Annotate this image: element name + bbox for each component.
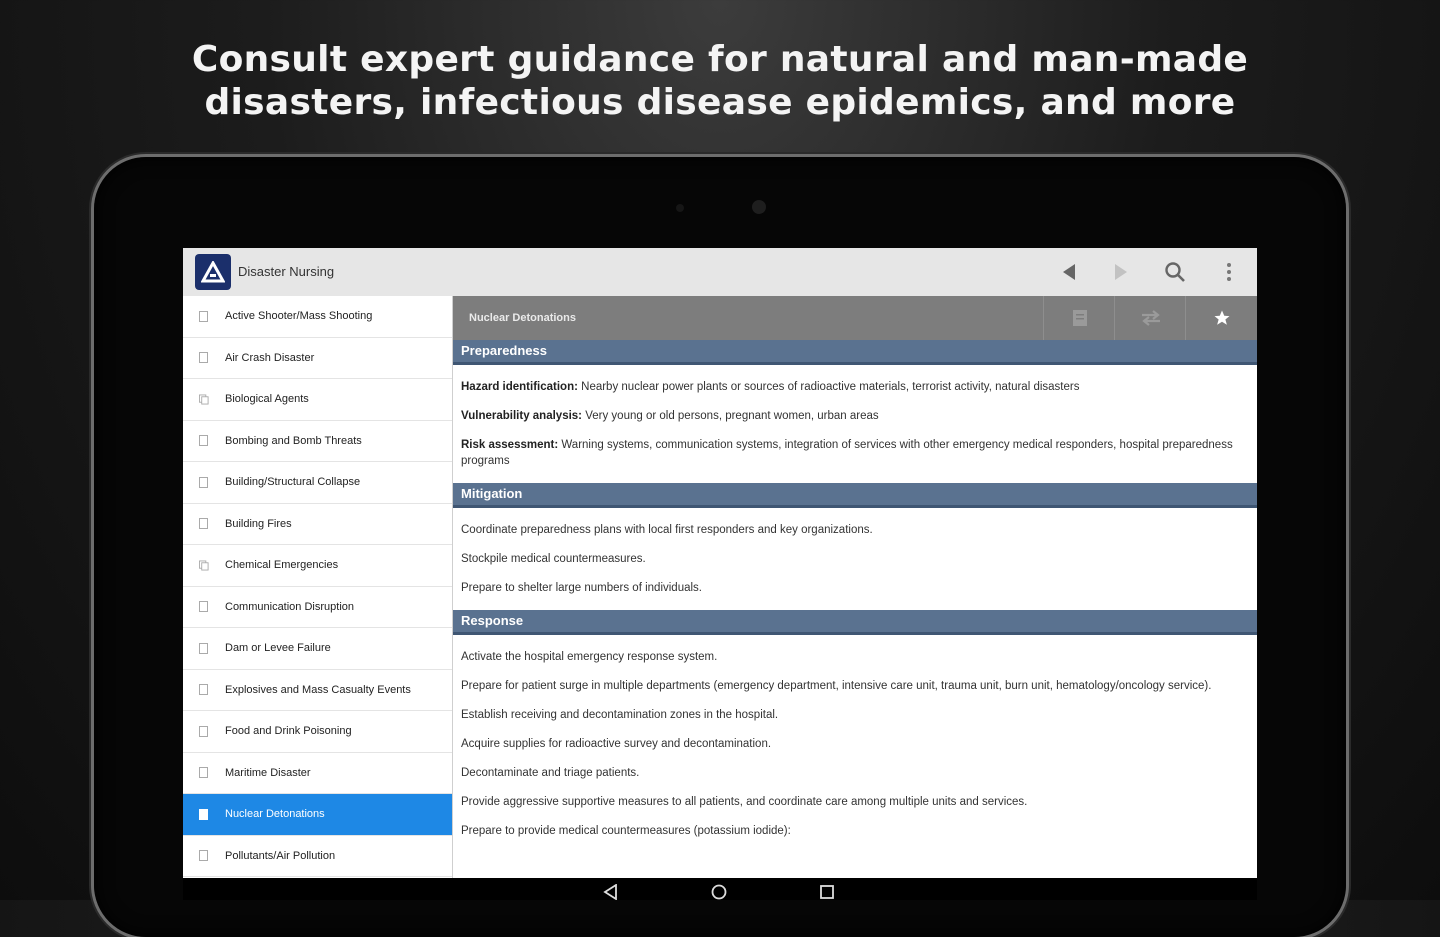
response-item: Acquire supplies for radioactive survey …: [461, 738, 772, 750]
section-heading-preparedness: Preparedness: [453, 340, 1257, 365]
response-item: Activate the hospital emergency response…: [461, 651, 718, 663]
sidebar-item-food-poisoning[interactable]: Food and Drink Poisoning: [183, 711, 452, 753]
item-text: Warning systems, communication systems, …: [461, 439, 1233, 467]
nav-back-icon[interactable]: [603, 883, 619, 905]
item-label: Vulnerability analysis:: [461, 410, 583, 422]
sidebar-item-label: Active Shooter/Mass Shooting: [225, 310, 373, 323]
sidebar-item-maritime[interactable]: Maritime Disaster: [183, 753, 452, 794]
sidebar-item-air-crash[interactable]: Air Crash Disaster: [183, 338, 452, 379]
forward-arrow-icon[interactable]: [1109, 260, 1133, 284]
sidebar-item-structural-collapse[interactable]: Building/Structural Collapse: [183, 462, 452, 504]
mitigation-item: Coordinate preparedness plans with local…: [461, 524, 873, 536]
headline-line-1: Consult expert guidance for natural and …: [191, 39, 1249, 80]
nav-recents-icon[interactable]: [819, 884, 835, 905]
sidebar-item-pollutants[interactable]: Pollutants/Air Pollution: [183, 836, 452, 877]
sidebar-item-building-fires[interactable]: Building Fires: [183, 504, 452, 545]
app-logo-icon[interactable]: [195, 254, 231, 290]
document-icon: [199, 601, 209, 613]
documents-icon: [199, 393, 209, 405]
document-icon: [199, 310, 209, 322]
item-label: Hazard identification:: [461, 381, 578, 393]
item-text: Very young or old persons, pregnant wome…: [582, 410, 879, 422]
preparedness-item: Hazard identification: Nearby nuclear po…: [453, 379, 1257, 395]
sidebar-item-biological-agents[interactable]: Biological Agents: [183, 379, 452, 421]
favorite-star-icon[interactable]: [1185, 296, 1257, 340]
sidebar-item-label: Explosives and Mass Casualty Events: [225, 683, 411, 696]
sidebar-item-label: Dam or Levee Failure: [225, 642, 331, 655]
mitigation-item: Stockpile medical countermeasures.: [461, 553, 646, 565]
sidebar-item-label: Food and Drink Poisoning: [225, 725, 352, 738]
preparedness-item: Vulnerability analysis: Very young or ol…: [453, 408, 1257, 424]
section-heading-response: Response: [453, 610, 1257, 635]
headline-line-2: disasters, infectious disease epidemics,…: [204, 82, 1236, 123]
article-title: Nuclear Detonations: [469, 312, 576, 324]
nav-home-icon[interactable]: [711, 884, 727, 905]
section-heading-mitigation: Mitigation: [453, 483, 1257, 508]
sidebar-item-label: Chemical Emergencies: [225, 559, 339, 572]
document-icon: [199, 684, 209, 696]
document-icon: [199, 435, 209, 447]
sensor-dot: [676, 204, 684, 212]
sidebar-item-communication-disruption[interactable]: Communication Disruption: [183, 587, 452, 628]
item-text: Nearby nuclear power plants or sources o…: [577, 381, 1080, 393]
response-item: Establish receiving and decontamination …: [461, 709, 779, 721]
documents-icon: [199, 559, 209, 571]
sidebar-item-label: Building Fires: [225, 517, 292, 530]
headline: Consult expert guidance for natural and …: [0, 38, 1440, 124]
response-item: Decontaminate and triage patients.: [461, 767, 640, 779]
document-icon: [199, 352, 209, 364]
sidebar-item-dam-levee[interactable]: Dam or Levee Failure: [183, 628, 452, 670]
sidebar-item-label: Nuclear Detonations: [225, 808, 325, 821]
sidebar-item-active-shooter[interactable]: Active Shooter/Mass Shooting: [183, 296, 452, 338]
sidebar-item-label: Communication Disruption: [225, 600, 354, 613]
document-icon: [199, 518, 209, 530]
document-icon: [199, 808, 209, 820]
android-nav-bar: [183, 878, 1257, 901]
document-icon: [199, 476, 209, 488]
search-icon[interactable]: [1163, 260, 1187, 284]
document-icon: [199, 642, 209, 654]
app-screen: Disaster Nursing Active Shooter/Mass Sho…: [183, 248, 1257, 878]
front-camera: [752, 200, 766, 214]
topic-sidebar: Active Shooter/Mass Shooting Air Crash D…: [183, 296, 453, 878]
back-arrow-icon[interactable]: [1057, 260, 1081, 284]
response-item: Provide aggressive supportive measures t…: [461, 796, 1028, 808]
sidebar-item-label: Bombing and Bomb Threats: [225, 434, 362, 447]
sidebar-item-label: Pollutants/Air Pollution: [225, 849, 336, 862]
document-icon: [199, 767, 209, 779]
preparedness-item: Risk assessment: Warning systems, commun…: [453, 437, 1257, 469]
document-icon: [199, 850, 209, 862]
sidebar-item-label: Building/Structural Collapse: [225, 476, 361, 489]
sidebar-item-label: Air Crash Disaster: [225, 351, 315, 364]
article-toolbar: Nuclear Detonations: [453, 296, 1257, 340]
sidebar-item-label: Biological Agents: [225, 393, 309, 406]
response-item: Prepare to provide medical countermeasur…: [461, 825, 791, 837]
action-bar: Disaster Nursing: [183, 248, 1257, 297]
swap-icon[interactable]: [1114, 296, 1186, 340]
response-item: Prepare for patient surge in multiple de…: [461, 680, 1212, 692]
article-pane: Nuclear Detonations Preparedness Hazard …: [453, 296, 1257, 878]
document-icon: [199, 725, 209, 737]
sidebar-item-bombing[interactable]: Bombing and Bomb Threats: [183, 421, 452, 462]
item-label: Risk assessment:: [461, 439, 559, 451]
mitigation-item: Prepare to shelter large numbers of indi…: [461, 582, 702, 594]
sidebar-item-label: Maritime Disaster: [225, 766, 311, 779]
sidebar-item-explosives[interactable]: Explosives and Mass Casualty Events: [183, 670, 452, 711]
sidebar-item-chemical-emergencies[interactable]: Chemical Emergencies: [183, 545, 452, 587]
app-title: Disaster Nursing: [238, 264, 335, 279]
overflow-menu-icon[interactable]: [1217, 260, 1241, 284]
notes-icon[interactable]: [1043, 296, 1115, 340]
sidebar-item-nuclear-detonations[interactable]: Nuclear Detonations: [183, 794, 452, 836]
